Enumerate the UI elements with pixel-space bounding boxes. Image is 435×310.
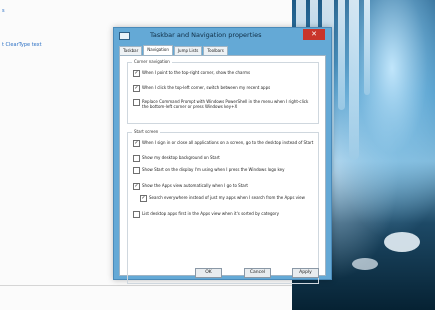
background-text-1[interactable]: s — [2, 8, 5, 14]
tab-jump-lists[interactable]: Jump Lists — [173, 46, 203, 55]
ok-button[interactable]: OK — [195, 268, 222, 278]
option-switch-recent-apps[interactable]: ✓ When I click the top-left corner, swit… — [133, 85, 315, 92]
taskbar-icon — [119, 32, 130, 40]
cleartype-link[interactable]: t ClearType text — [2, 42, 42, 48]
option-label: When I point to the top-right corner, sh… — [142, 70, 251, 75]
option-apps-view[interactable]: ✓ Show the Apps view automatically when … — [133, 183, 315, 190]
option-label: Search everywhere instead of just my app… — [149, 195, 305, 200]
start-screen-heading: Start screen — [132, 129, 161, 135]
cancel-button[interactable]: Cancel — [244, 268, 271, 278]
option-label: Show my desktop background on Start — [142, 155, 220, 160]
option-go-to-desktop[interactable]: ✓ When I sign in or close all applicatio… — [133, 140, 315, 147]
checkbox[interactable] — [133, 155, 140, 162]
checkmark-icon[interactable]: ✓ — [133, 70, 140, 77]
tab-navigation[interactable]: Navigation — [143, 45, 173, 55]
dialog-title: Taskbar and Navigation properties — [150, 31, 262, 39]
divider — [0, 285, 292, 286]
title-bar[interactable]: Taskbar and Navigation properties ✕ — [114, 28, 331, 43]
checkbox[interactable] — [133, 99, 140, 106]
tab-toolbars[interactable]: Toolbars — [203, 46, 228, 55]
start-screen-group: Start screen ✓ When I sign in or close a… — [127, 129, 319, 284]
option-powershell[interactable]: Replace Command Prompt with Windows Powe… — [133, 99, 315, 109]
checkmark-icon[interactable]: ✓ — [133, 140, 140, 147]
checkmark-icon[interactable]: ✓ — [140, 195, 147, 202]
option-label: Show the Apps view automatically when I … — [142, 183, 248, 188]
option-show-charms[interactable]: ✓ When I point to the top-right corner, … — [133, 70, 315, 77]
apply-button[interactable]: Apply — [292, 268, 319, 278]
option-start-on-display[interactable]: Show Start on the display I'm using when… — [133, 167, 315, 174]
tab-taskbar[interactable]: Taskbar — [119, 46, 143, 55]
option-label: When I sign in or close all applications… — [142, 140, 314, 145]
checkbox[interactable] — [133, 167, 140, 174]
checkbox[interactable] — [133, 211, 140, 218]
corner-navigation-group: Corner navigation ✓ When I point to the … — [127, 59, 319, 124]
checkmark-icon[interactable]: ✓ — [133, 183, 140, 190]
option-desktop-background[interactable]: Show my desktop background on Start — [133, 155, 315, 162]
option-list-desktop-apps[interactable]: List desktop apps first in the Apps view… — [133, 211, 315, 218]
close-button[interactable]: ✕ — [303, 29, 325, 40]
corner-navigation-heading: Corner navigation — [132, 59, 172, 65]
option-label: When I click the top-left corner, switch… — [142, 85, 271, 90]
option-search-everywhere[interactable]: ✓ Search everywhere instead of just my a… — [140, 195, 312, 202]
option-label: Show Start on the display I'm using when… — [142, 167, 285, 172]
option-label: List desktop apps first in the Apps view… — [142, 211, 279, 216]
checkmark-icon[interactable]: ✓ — [133, 85, 140, 92]
option-label: Replace Command Prompt with Windows Powe… — [142, 99, 309, 109]
navigation-panel: Corner navigation ✓ When I point to the … — [119, 55, 326, 284]
taskbar-navigation-dialog: Taskbar and Navigation properties ✕ Task… — [113, 27, 332, 284]
tab-strip: Taskbar Navigation Jump Lists Toolbars — [119, 45, 229, 55]
